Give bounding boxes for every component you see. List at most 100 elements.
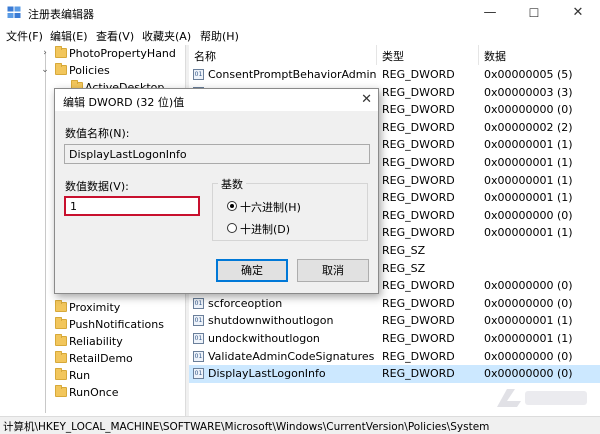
table-row[interactable]: 01 shutdownwithoutlogon REG_DWORD 0x0000000…: [189, 312, 600, 330]
tree-item-label: Policies: [69, 64, 110, 77]
tree-item-label: Proximity: [69, 301, 121, 314]
value-data-cell: 0x00000003 (3): [484, 85, 573, 99]
value-data-cell: 0x00000005 (5): [484, 68, 573, 81]
value-data-cell: 0x00000001 (1): [484, 191, 573, 205]
value-name-cell: undockwithoutlogon: [208, 332, 320, 345]
value-data-cell: 0x00000000 (0): [484, 367, 573, 381]
status-path: 计算机\HKEY_LOCAL_MACHINE\SOFTWARE\Microsof…: [3, 421, 490, 433]
window-title: 注册表编辑器: [28, 8, 94, 21]
value-name-field[interactable]: [64, 144, 370, 164]
value-data-cell: 0x00000001 (1): [484, 332, 573, 345]
value-type-cell: REG_SZ: [382, 261, 426, 275]
value-name-cell: ConsentPromptBehaviorAdmin: [208, 68, 377, 81]
value-type-cell: REG_DWORD: [382, 296, 455, 310]
folder-icon: [55, 300, 67, 312]
menu-favorites[interactable]: 收藏夹(A): [142, 28, 191, 44]
value-type-cell: REG_DWORD: [382, 367, 455, 381]
tree-item-pushnotifications[interactable]: PushNotifications: [0, 316, 185, 333]
table-row[interactable]: 01 DisplayLastLogonInfo REG_DWORD 0x0000000…: [189, 365, 600, 383]
column-separator[interactable]: [478, 45, 479, 65]
radio-hexadecimal-label[interactable]: 十六进制(H): [240, 199, 301, 215]
value-type-cell: REG_DWORD: [382, 156, 455, 169]
menu-edit[interactable]: 编辑(E): [50, 28, 88, 44]
value-type-cell: REG_DWORD: [382, 208, 455, 222]
tree-item-label: RunOnce: [69, 386, 119, 399]
list-header: 名称 类型 数据: [189, 45, 600, 65]
value-data-input[interactable]: [64, 196, 200, 216]
tree-item-reliability[interactable]: Reliability: [0, 333, 185, 350]
dword-icon: 01: [193, 69, 204, 80]
value-name-cell: scforceoption: [208, 296, 283, 310]
ok-button[interactable]: 确定: [216, 259, 288, 282]
dword-icon: 01: [193, 315, 204, 327]
value-type-cell: REG_DWORD: [382, 314, 455, 328]
dword-icon: 01: [193, 368, 204, 380]
value-data-cell: 0x00000001 (1): [484, 156, 573, 169]
menu-file[interactable]: 文件(F): [6, 28, 43, 44]
table-row[interactable]: 01 undockwithoutlogon REG_DWORD 0x00000001 …: [189, 330, 600, 348]
column-header-name[interactable]: 名称: [194, 48, 216, 64]
radio-decimal[interactable]: [227, 223, 237, 233]
radio-decimal-label[interactable]: 十进制(D): [240, 221, 290, 237]
value-type-cell: REG_SZ: [382, 244, 426, 257]
value-type-cell: REG_DWORD: [382, 138, 455, 152]
table-row[interactable]: 01 ValidateAdminCodeSignatures REG_DWORD 0x…: [189, 348, 600, 366]
value-data-label: 数值数据(V):: [65, 180, 129, 193]
value-data-cell: 0x00000001 (1): [484, 226, 573, 240]
value-type-cell: REG_DWORD: [382, 279, 455, 293]
menu-bar: 文件(F) 编辑(E) 查看(V) 收藏夹(A) 帮助(H): [0, 26, 600, 45]
close-button[interactable]: ✕: [556, 0, 600, 26]
value-data-cell: 0x00000000 (0): [484, 103, 573, 117]
tree-item-label: PhotoPropertyHand: [69, 47, 176, 60]
folder-icon: [55, 385, 67, 397]
value-name-label: 数值名称(N):: [65, 127, 130, 140]
folder-icon: [55, 63, 67, 75]
dword-icon: 01: [193, 350, 204, 362]
column-header-type[interactable]: 类型: [382, 48, 404, 64]
value-type-cell: REG_DWORD: [382, 120, 455, 134]
value-type-cell: REG_DWORD: [382, 68, 455, 81]
dialog-title: 编辑 DWORD (32 位)值: [63, 96, 185, 109]
chevron-down-icon[interactable]: ⌄: [40, 64, 50, 76]
menu-view[interactable]: 查看(V): [96, 28, 134, 44]
value-data-cell: 0x00000001 (1): [484, 173, 573, 187]
maximize-button[interactable]: ☐: [512, 0, 556, 26]
menu-help[interactable]: 帮助(H): [200, 28, 239, 44]
tree-item-photopropertyhand[interactable]: › PhotoPropertyHand: [0, 45, 185, 62]
tree-item-proximity[interactable]: Proximity: [0, 299, 185, 316]
value-name-cell: ValidateAdminCodeSignatures: [208, 349, 375, 363]
watermark-logo: [497, 389, 587, 407]
table-row[interactable]: 01 scforceoption REG_DWORD 0x00000000 (0): [189, 295, 600, 313]
column-separator[interactable]: [376, 45, 377, 65]
chevron-right-icon[interactable]: ›: [40, 47, 50, 59]
value-data-cell: 0x00000000 (0): [484, 296, 573, 310]
tree-item-label: RetailDemo: [69, 352, 133, 365]
tree-item-policies[interactable]: ⌄ Policies: [0, 62, 185, 79]
tree-item-label: PushNotifications: [69, 318, 164, 331]
value-data-cell: 0x00000001 (1): [484, 314, 573, 328]
value-type-cell: REG_DWORD: [382, 173, 455, 187]
regedit-icon: [7, 6, 21, 18]
column-header-data[interactable]: 数据: [484, 48, 506, 64]
dialog-close-button[interactable]: ✕: [361, 92, 372, 107]
dialog-title-bar: 编辑 DWORD (32 位)值 ✕: [55, 89, 378, 111]
dword-icon: 01: [193, 333, 204, 344]
value-data-cell: 0x00000001 (1): [484, 138, 573, 152]
minimize-button[interactable]: —: [468, 0, 512, 26]
value-data-cell: 0x00000000 (0): [484, 208, 573, 222]
value-type-cell: REG_DWORD: [382, 85, 455, 99]
folder-icon: [55, 368, 67, 380]
value-data-cell: 0x00000000 (0): [484, 279, 573, 293]
tree-item-run[interactable]: Run: [0, 367, 185, 384]
status-bar: 计算机\HKEY_LOCAL_MACHINE\SOFTWARE\Microsof…: [0, 416, 600, 434]
folder-icon: [55, 317, 67, 329]
cancel-button[interactable]: 取消: [297, 259, 369, 282]
tree-item-retaildemo[interactable]: RetailDemo: [0, 350, 185, 367]
folder-icon: [55, 351, 67, 363]
table-row[interactable]: 01 ConsentPromptBehaviorAdmin REG_DWORD 0x0…: [189, 66, 600, 84]
tree-item-runonce[interactable]: RunOnce: [0, 384, 185, 401]
radio-hexadecimal[interactable]: [227, 201, 237, 211]
value-type-cell: REG_DWORD: [382, 226, 455, 240]
dword-icon: 01: [193, 297, 204, 309]
value-name-cell: shutdownwithoutlogon: [208, 314, 334, 328]
